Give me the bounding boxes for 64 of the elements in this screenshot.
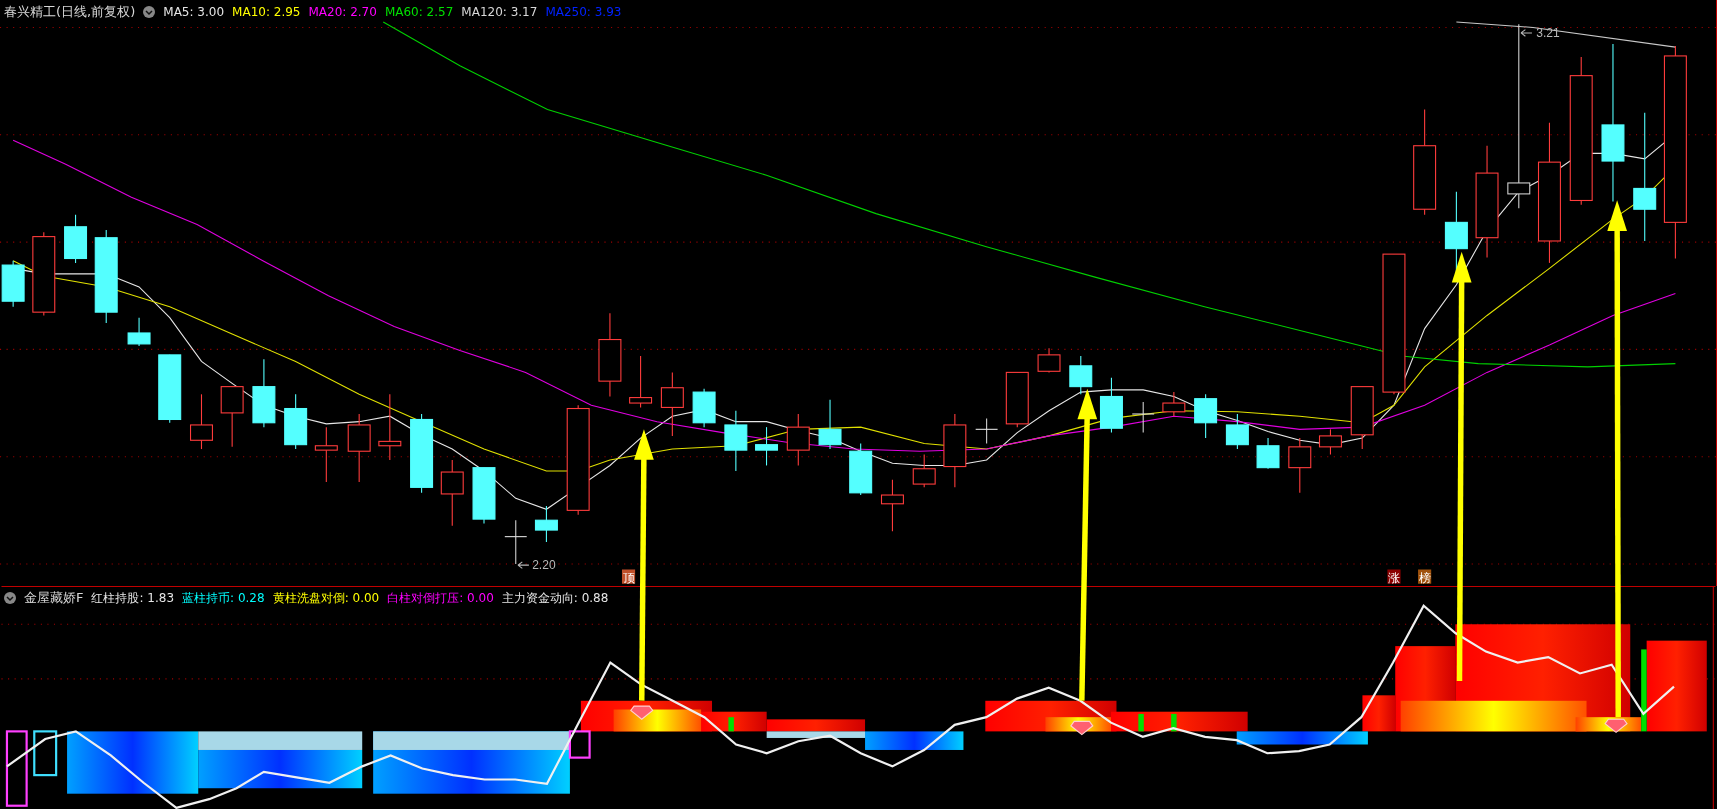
candlestick [912, 453, 936, 488]
candlestick [472, 467, 496, 525]
candlestick [158, 354, 182, 424]
candlestick [1288, 437, 1312, 494]
diamond-icon [630, 705, 654, 720]
candlestick [849, 443, 873, 496]
candlestick [504, 519, 528, 565]
chart-title: 春兴精工(日线,前复权) [4, 3, 136, 21]
price-label: 3.21 [1536, 26, 1560, 41]
dropdown-icon[interactable] [143, 6, 156, 18]
candlestick [378, 393, 402, 461]
candlestick [1037, 347, 1061, 373]
histogram-bar [33, 730, 58, 777]
diamond-icon [1604, 718, 1628, 734]
candlestick [1256, 437, 1280, 470]
signal-tag: 涨 [1387, 569, 1401, 585]
candlestick [252, 358, 276, 428]
candlestick [660, 371, 684, 437]
indicator-reading: 红柱持股: 1.83 [91, 589, 175, 607]
moving-average-value: MA5: 3.00 [163, 5, 225, 19]
candlestick [127, 317, 151, 347]
signal-tag: 榜 [1418, 569, 1432, 585]
candlestick [818, 399, 842, 450]
candlestick [1162, 391, 1186, 417]
candlestick [1005, 371, 1029, 428]
moving-average-value: MA120: 3.17 [461, 5, 538, 19]
candlestick [314, 426, 338, 483]
moving-average-value: MA60: 2.57 [384, 5, 454, 19]
candlestick [1, 260, 25, 308]
candlestick [64, 214, 88, 264]
moving-average-value: MA10: 2.95 [232, 5, 301, 19]
pointer-arrow-icon [517, 561, 530, 569]
candlestick [755, 426, 778, 467]
indicator-reading: 白柱对倒打压: 0.00 [387, 589, 494, 607]
price-label: 2.20 [532, 558, 556, 573]
candlestick [786, 413, 810, 467]
candlestick [724, 410, 748, 472]
moving-average-value: MA20: 2.70 [308, 5, 377, 19]
candlestick [629, 355, 653, 408]
candlestick [1225, 413, 1249, 450]
dropdown-icon[interactable] [4, 592, 16, 604]
indicator-reading: 黄柱洗盘对倒: 0.00 [272, 589, 380, 607]
candlestick [284, 393, 308, 450]
moving-average-value: MA250: 3.93 [545, 5, 622, 19]
candlestick [1318, 428, 1342, 456]
candlestick [692, 388, 716, 428]
candlestick [1194, 393, 1218, 439]
pointer-arrow-icon [1520, 29, 1533, 37]
candlestick [1350, 386, 1374, 450]
signal-tag: 顶 [621, 569, 636, 585]
candlestick [220, 386, 244, 448]
indicator-reading: 蓝柱持币: 0.28 [182, 589, 265, 607]
candlestick [190, 393, 213, 450]
indicator-reading: 主力资金动向: 0.88 [501, 589, 609, 607]
candlestick [1069, 355, 1093, 395]
candlestick [534, 505, 558, 543]
diamond-icon [1070, 720, 1094, 736]
candlestick [880, 479, 904, 532]
candlestick [1131, 401, 1155, 434]
candlestick [440, 459, 464, 527]
candlestick [1099, 377, 1123, 434]
candlestick [975, 417, 999, 445]
candlestick [347, 413, 371, 483]
indicator-name: 金屋藏娇F [24, 589, 84, 607]
